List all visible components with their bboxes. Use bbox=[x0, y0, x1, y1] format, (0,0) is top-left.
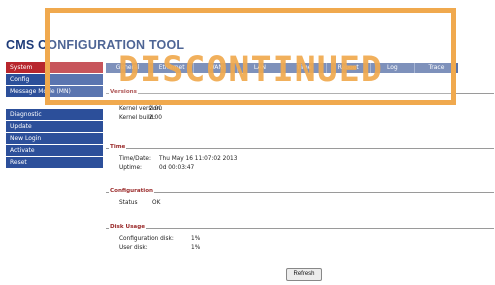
configuration-disk-label: Configuration disk: bbox=[119, 236, 174, 242]
discontinued-stamp-text: DISCONTINUED bbox=[118, 50, 383, 90]
discontinued-stamp: DISCONTINUED bbox=[45, 8, 456, 105]
time-section: Time Time/Date: Thu May 16 11:07:02 2013… bbox=[106, 144, 494, 189]
user-disk-row: User disk: 1% bbox=[119, 245, 200, 251]
configuration-disk-value: 1% bbox=[191, 236, 201, 242]
sidebar-item-activate[interactable]: Activate bbox=[6, 145, 103, 156]
configuration-disk-row: Configuration disk: 1% bbox=[119, 236, 200, 242]
kernel-version-row: Kernel version: 2.00 bbox=[119, 106, 162, 112]
status-label: Status bbox=[119, 200, 138, 206]
uptime-label: Uptime: bbox=[119, 165, 142, 171]
sidebar-item-new-login[interactable]: New Login bbox=[6, 133, 103, 144]
disk-usage-section: Disk Usage Configuration disk: 1% User d… bbox=[106, 224, 494, 269]
time-date-row: Time/Date: Thu May 16 11:07:02 2013 bbox=[119, 156, 237, 162]
user-disk-value: 1% bbox=[191, 245, 201, 251]
uptime-row: Uptime: 0d 00:03:47 bbox=[119, 165, 194, 171]
status-value: OK bbox=[152, 200, 161, 206]
sidebar-item-update[interactable]: Update bbox=[6, 121, 103, 132]
time-title: Time bbox=[109, 144, 127, 150]
kernel-build-value: 2.00 bbox=[149, 115, 162, 121]
time-date-label: Time/Date: bbox=[119, 156, 151, 162]
kernel-build-row: Kernel build: 2.00 bbox=[119, 115, 162, 121]
disk-usage-title: Disk Usage bbox=[109, 224, 147, 230]
configuration-section: Configuration Status OK bbox=[106, 188, 494, 223]
user-disk-label: User disk: bbox=[119, 245, 148, 251]
status-row: Status OK bbox=[119, 200, 160, 206]
sidebar-item-reset[interactable]: Reset bbox=[6, 157, 103, 168]
uptime-value: 0d 00:03:47 bbox=[159, 165, 195, 171]
sidebar-item-diagnostic[interactable]: Diagnostic bbox=[6, 109, 103, 120]
time-date-value: Thu May 16 11:07:02 2013 bbox=[159, 156, 238, 162]
kernel-version-value: 2.00 bbox=[149, 106, 162, 112]
refresh-button[interactable]: Refresh bbox=[286, 268, 322, 281]
configuration-title: Configuration bbox=[109, 188, 155, 194]
